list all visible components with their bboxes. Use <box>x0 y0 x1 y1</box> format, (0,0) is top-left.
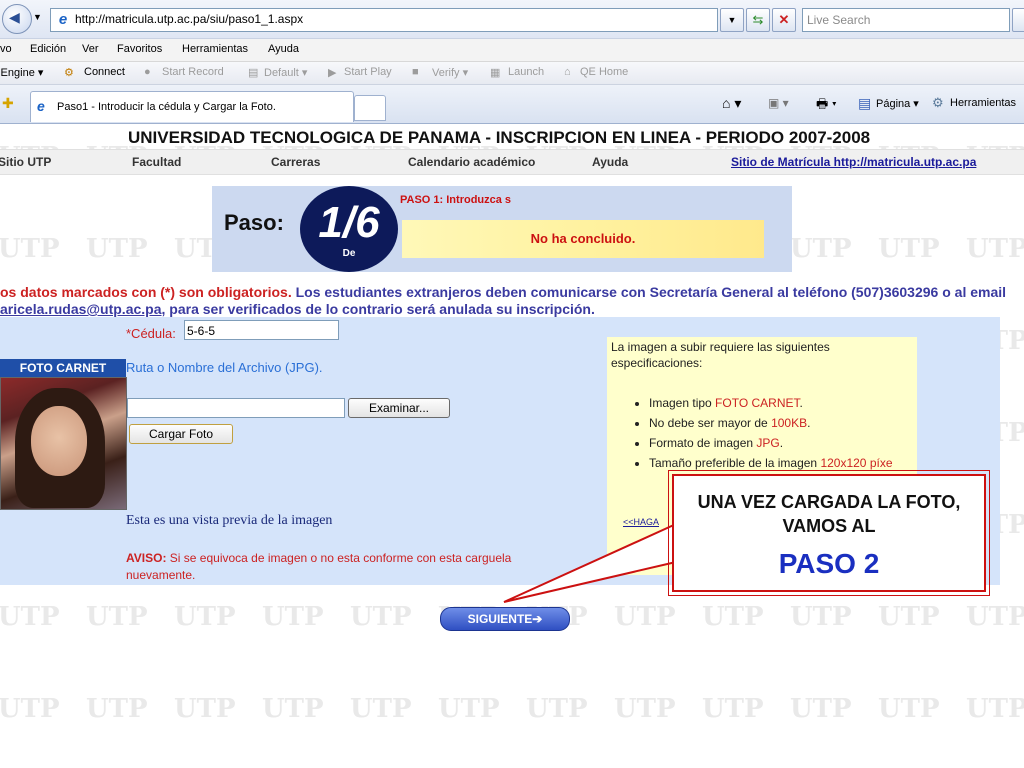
gear-icon: ⚙ <box>932 95 944 110</box>
menu-favoritos[interactable]: Favoritos <box>117 43 162 55</box>
feeds-icon[interactable]: ▣ ▾ <box>768 96 789 110</box>
home-icon[interactable]: ⌂ ▾ <box>722 95 741 112</box>
arrow-left-icon: ◀ <box>9 9 20 25</box>
page-content: UTP UTP UTP UTP UTP UTP UTP UTP UTP UTP UTP UTP UTP U… <box>0 124 1024 768</box>
connect-button[interactable]: Connect <box>84 66 125 78</box>
play-icon: ▶ <box>328 67 337 79</box>
tab-paso1[interactable]: e Paso1 - Introducir la cédula y Cargar … <box>30 91 354 122</box>
menu-bar: vo Edición Ver Favoritos Herramientas Ay… <box>0 39 1024 62</box>
menu-edicion[interactable]: Edición <box>30 43 66 55</box>
ie-page-icon: e <box>37 98 45 114</box>
menu-herramientas[interactable]: Herramientas <box>182 43 248 55</box>
tab-bar: ✚ e Paso1 - Introducir la cédula y Carga… <box>0 85 1024 124</box>
new-tab-button[interactable] <box>354 95 386 121</box>
chevron-down-icon[interactable]: ▼ <box>33 12 42 22</box>
launch-button[interactable]: Launch <box>508 66 544 78</box>
qe-home-button[interactable]: QE Home <box>580 66 628 78</box>
home-icon: ⌂ <box>564 66 571 78</box>
search-placeholder: Live Search <box>807 13 871 27</box>
menu-archivo[interactable]: vo <box>0 43 12 55</box>
address-bar-row: ◀ ▼ e http://matricula.utp.ac.pa/siu/pas… <box>0 0 1024 39</box>
back-button[interactable]: ◀ <box>2 4 32 34</box>
refresh-icon: ⇆ <box>752 12 764 27</box>
close-icon: ✕ <box>778 12 790 27</box>
callout-text: UNA VEZ CARGADA LA FOTO, VAMOS AL <box>697 492 961 536</box>
callout-box: UNA VEZ CARGADA LA FOTO, VAMOS AL PASO 2 <box>668 470 990 596</box>
connect-icon: ⚙ <box>64 67 74 79</box>
search-input[interactable]: Live Search <box>802 8 1010 32</box>
default-menu[interactable]: Default ▾ <box>264 66 307 79</box>
pagina-menu[interactable]: Página ▾ <box>876 97 919 110</box>
herramientas-menu[interactable]: Herramientas <box>950 97 1016 109</box>
menu-ver[interactable]: Ver <box>82 43 99 55</box>
tab-title: Paso1 - Introducir la cédula y Cargar la… <box>57 101 276 113</box>
verify-icon: ■ <box>412 66 419 78</box>
menu-ayuda[interactable]: Ayuda <box>268 43 299 55</box>
callout-pointer <box>503 523 677 603</box>
address-dropdown-button[interactable]: ▼ <box>720 8 744 32</box>
stop-button[interactable]: ✕ <box>772 8 796 32</box>
qengine-toolbar: QEngine ▾ ⚙ Connect ● Start Record ▤ Def… <box>0 62 1024 85</box>
verify-menu[interactable]: Verify ▾ <box>432 66 468 79</box>
start-record-button[interactable]: Start Record <box>162 66 224 78</box>
callout-pointer-line <box>503 523 677 603</box>
print-icon[interactable]: 🖶 ▾ <box>816 95 837 117</box>
start-play-button[interactable]: Start Play <box>344 66 392 78</box>
address-field[interactable]: e http://matricula.utp.ac.pa/siu/paso1_1… <box>50 8 718 32</box>
favorites-star-icon[interactable]: ✚ <box>2 95 14 112</box>
qengine-menu[interactable]: QEngine ▾ <box>0 66 43 79</box>
search-button[interactable] <box>1012 8 1024 32</box>
page-icon: ▤ <box>858 95 872 111</box>
callout-paso2: PASO 2 <box>778 548 880 579</box>
launch-icon: ▦ <box>490 67 501 79</box>
record-icon: ● <box>144 66 151 78</box>
url-text: http://matricula.utp.ac.pa/siu/paso1_1.a… <box>75 12 304 26</box>
refresh-button[interactable]: ⇆ <box>746 8 770 32</box>
ie-page-icon: e <box>58 11 68 28</box>
default-icon: ▤ <box>248 67 259 79</box>
